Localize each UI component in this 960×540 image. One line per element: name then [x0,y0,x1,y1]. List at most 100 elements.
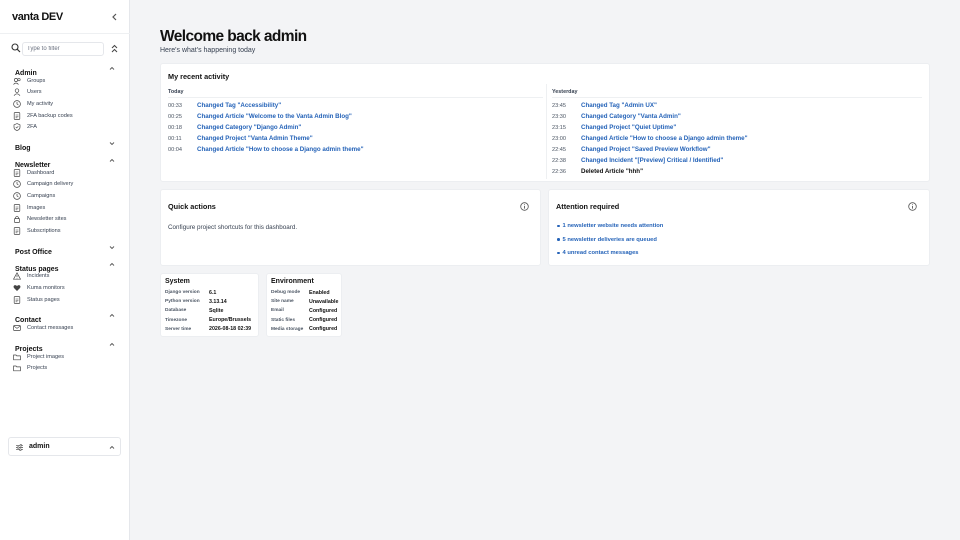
divider [168,97,543,98]
activity-link[interactable]: Changed Tag "Admin UX" [581,102,657,109]
info-value: 3.13.14 [209,298,227,305]
activity-time: 22:38 [552,157,566,164]
bullet [557,251,560,255]
activity-row: 22:38 Changed Incident "[Preview] Critic… [552,155,723,166]
activity-link[interactable]: Changed Project "Quiet Uptime" [581,124,676,131]
chevron-down-icon [109,245,115,249]
activity-link[interactable]: Changed Article "Welcome to the Vanta Ad… [197,113,352,120]
sidebar-item-groups[interactable]: Groups [13,75,130,87]
info-value: Sqlite [209,307,224,314]
nav-group-projects[interactable]: Projects [15,338,130,353]
bullet [557,238,560,241]
sidebar-item-status-pages[interactable]: Status pages [13,294,130,306]
sidebar-item-subscriptions[interactable]: Subscriptions [13,225,130,237]
divider [552,97,922,98]
nav-group-contact[interactable]: Contact [15,309,130,324]
sidebar-item-label: Status pages [27,296,60,303]
attention-link-text: 4 unread contact messages [562,250,639,256]
folder-icon [13,354,21,360]
user-menu[interactable]: admin [8,437,121,456]
quick-actions-title: Quick actions [168,202,216,211]
chevron-up-icon [109,445,115,449]
activity-time: 00:11 [168,135,182,142]
info-row: Database Sqlite [165,306,255,315]
nav-group-admin[interactable]: Admin [15,62,130,77]
sidebar-item-campaign-delivery[interactable]: Campaign delivery [13,179,130,191]
info-key: Static files [271,317,295,323]
sidebar-item-users[interactable]: Users [13,87,130,99]
sidebar-item-my-activity[interactable]: My activity [13,98,130,110]
info-row: Site name Unavailable [271,297,361,306]
sidebar-item-label: Project images [27,353,64,360]
expand-collapse-all-icon[interactable] [110,44,119,54]
activity-time: 23:15 [552,124,566,131]
sidebar-item-incidents[interactable]: Incidents [13,271,130,283]
activity-time: 00:25 [168,113,182,120]
attention-title: Attention required [556,202,620,211]
sidebar-item-kuma-monitors[interactable]: Kuma monitors [13,282,130,294]
sidebar-item-newsletter-sites[interactable]: Newsletter sites [13,213,130,225]
info-key: Database [165,308,187,314]
info-value: Configured [309,307,338,314]
activity-link[interactable]: Changed Project "Saved Preview Workflow" [581,146,711,153]
info-icon[interactable] [908,202,917,211]
sidebar-item-2fa[interactable]: 2FA [13,121,130,133]
chevron-up-icon [109,262,115,266]
nav-group-title: Post Office [15,248,52,256]
sidebar-item-label: Campaigns [27,192,56,199]
sidebar-item-dashboard[interactable]: Dashboard [13,167,130,179]
divider [0,33,130,34]
sidebar-nav: Admin Groups Users My activity 2FA backu… [0,62,130,374]
sidebar-item-label: My activity [27,100,54,107]
sidebar-item-label: Campaign delivery [27,181,74,188]
info-row: Media storage Configured [271,325,361,334]
users-icon [13,77,21,85]
clock-icon [13,192,21,200]
sidebar-item-projects[interactable]: Projects [13,363,130,375]
nav-group-status-pages[interactable]: Status pages [15,258,130,273]
info-row: Django version 6.1 [165,288,255,297]
sidebar-item-2fa-backup-codes[interactable]: 2FA backup codes [13,110,130,122]
sidebar-item-contact-messages[interactable]: Contact messages [13,322,130,334]
sidebar-item-project-images[interactable]: Project images [13,351,130,363]
attention-link[interactable]: 1 newsletter website needs attention [557,223,663,229]
attention-card: Attention required 1 newsletter website … [548,189,930,266]
activity-time: 00:33 [168,102,182,109]
chevron-up-icon [109,342,115,346]
sidebar-item-label: Incidents [27,273,50,280]
sidebar-item-label: Contact messages [27,325,74,332]
page-subtitle: Here's what's happening today [160,47,256,54]
activity-link[interactable]: Changed Category "Vanta Admin" [581,113,681,120]
nav-group-post-office[interactable]: Post Office [15,241,130,256]
activity-link[interactable]: Changed Tag "Accessibility" [197,102,281,109]
activity-link[interactable]: Changed Project "Vanta Admin Theme" [197,135,313,142]
nav-group-newsletter[interactable]: Newsletter [15,154,130,169]
collapse-sidebar-icon[interactable] [110,12,120,22]
activity-row: 00:11 Changed Project "Vanta Admin Theme… [168,133,313,144]
activity-link[interactable]: Changed Article "How to choose a Django … [581,135,748,142]
activity-link[interactable]: Changed Incident "[Preview] Critical / I… [581,157,723,164]
info-key: Debug mode [271,290,301,296]
info-value: 6.1 [209,289,217,296]
info-value: Europe/Brussels [209,317,252,324]
document-icon [13,226,21,235]
info-icon[interactable] [520,202,529,211]
filter-input[interactable] [22,42,104,56]
info-value: Unavailable [309,298,339,305]
nav-group-blog[interactable]: Blog [15,137,130,152]
activity-link[interactable]: Changed Article "How to choose a Django … [197,146,364,153]
activity-row: 23:15 Changed Project "Quiet Uptime" [552,122,676,133]
sidebar-item-label: 2FA [27,124,37,131]
attention-link[interactable]: 5 newsletter deliveries are queued [557,237,657,243]
sidebar-item-campaigns[interactable]: Campaigns [13,190,130,202]
recent-activity-card: My recent activity Today Yesterday 00:33… [160,63,930,182]
search-icon [11,43,21,53]
sidebar-item-label: Newsletter sites [27,216,67,223]
activity-time: 22:45 [552,146,566,153]
sidebar-item-images[interactable]: Images [13,202,130,214]
activity-link[interactable]: Changed Category "Django Admin" [197,124,301,131]
attention-link[interactable]: 4 unread contact messages [557,250,639,256]
activity-time: 23:30 [552,113,566,120]
info-key: Python version [165,299,200,305]
activity-row: 00:18 Changed Category "Django Admin" [168,122,301,133]
